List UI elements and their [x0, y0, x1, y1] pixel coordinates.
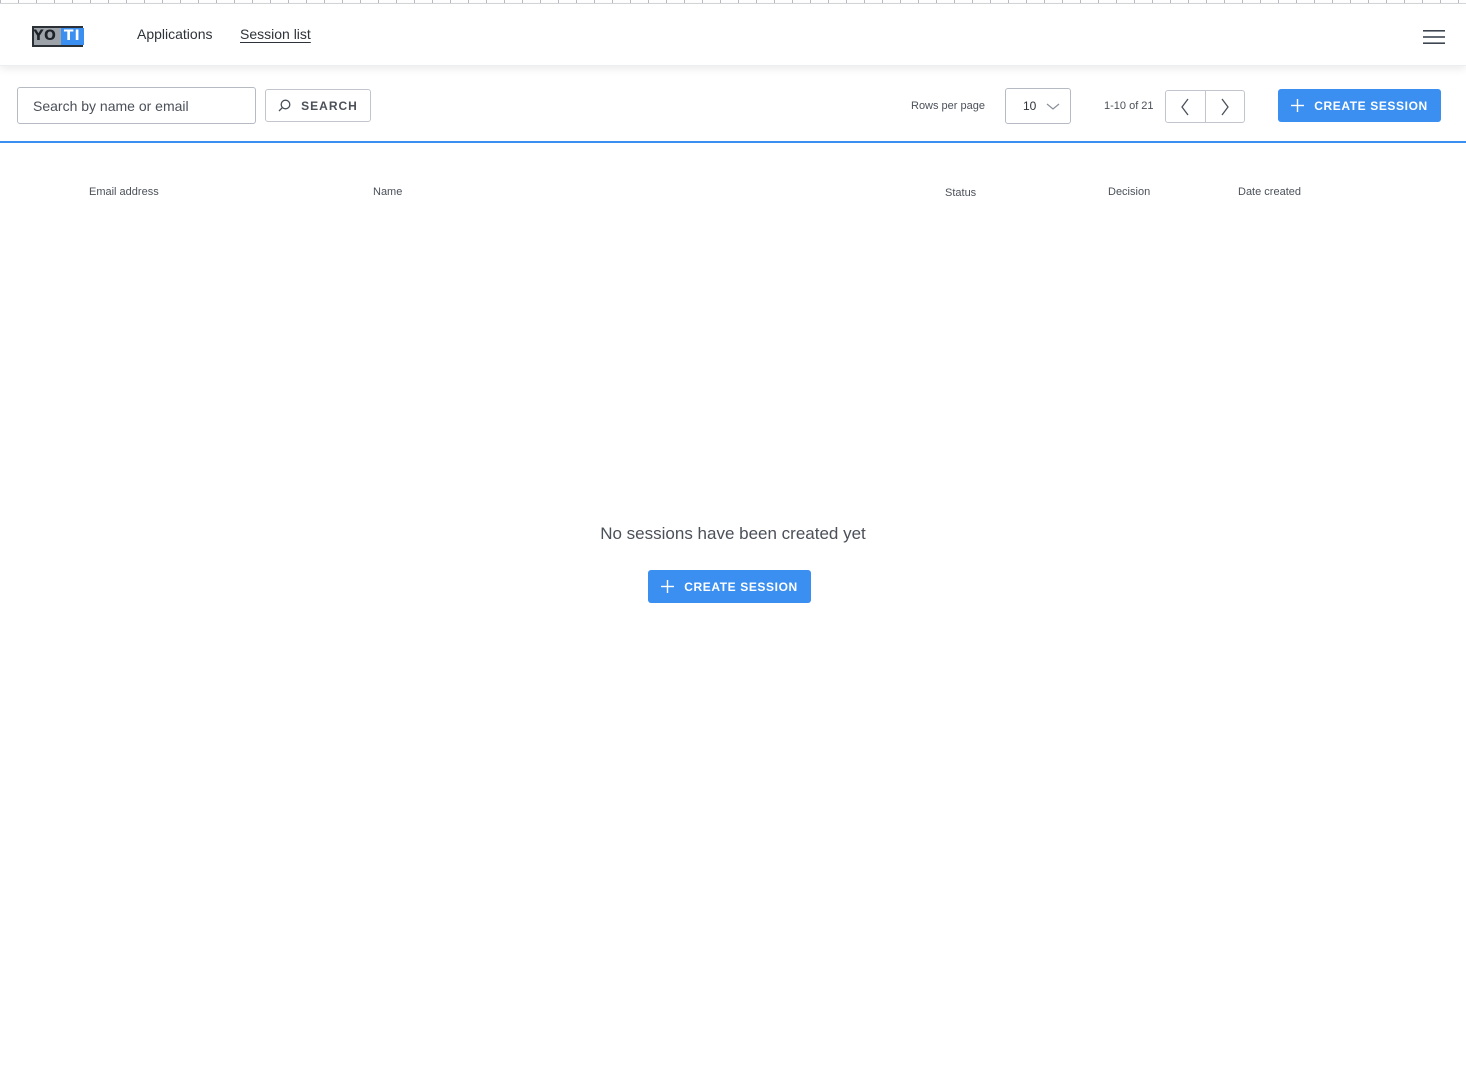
empty-state-message: No sessions have been created yet: [600, 524, 866, 543]
create-session-button-label: CREATE SESSION: [1314, 98, 1428, 113]
session-toolbar: SEARCH Rows per page 10 1-10 of 21 CREAT…: [0, 66, 1466, 143]
plus-icon: [661, 580, 675, 593]
previous-page-button[interactable]: [1166, 91, 1205, 122]
column-header-decision[interactable]: Decision: [1108, 186, 1150, 198]
nav-session-list[interactable]: Session list: [240, 26, 311, 42]
empty-state-create-session-button[interactable]: CREATE SESSION: [648, 570, 811, 603]
column-header-email[interactable]: Email address: [89, 186, 159, 198]
search-button[interactable]: SEARCH: [265, 89, 371, 122]
plus-icon: [1291, 99, 1305, 112]
sessions-table-header: Email address Name Status Decision Date …: [0, 143, 1466, 203]
empty-state-create-session-label: CREATE SESSION: [684, 579, 798, 594]
logo-text-left: YO: [33, 28, 57, 44]
pagination-controls: [1165, 90, 1245, 123]
column-header-date-created[interactable]: Date created: [1238, 186, 1301, 198]
search-button-label: SEARCH: [301, 98, 358, 113]
chevron-left-icon: [1181, 98, 1189, 115]
nav-applications[interactable]: Applications: [137, 26, 213, 42]
rows-per-page-label: Rows per page: [911, 100, 985, 112]
yoti-logo[interactable]: YO TI: [32, 26, 84, 47]
column-header-name[interactable]: Name: [373, 186, 402, 198]
logo-text-right: TI: [60, 28, 84, 45]
hamburger-menu-icon[interactable]: [1423, 29, 1445, 45]
column-header-status[interactable]: Status: [945, 187, 976, 199]
top-navigation-bar: YO TI Applications Session list: [0, 4, 1466, 66]
next-page-button[interactable]: [1204, 91, 1245, 122]
search-input[interactable]: [17, 87, 256, 124]
pagination-range: 1-10 of 21: [1104, 100, 1154, 112]
rows-per-page-value: 10: [1023, 99, 1037, 113]
chevron-down-icon: [1046, 103, 1060, 110]
create-session-button[interactable]: CREATE SESSION: [1278, 89, 1441, 122]
chevron-right-icon: [1221, 98, 1229, 115]
rows-per-page-select[interactable]: 10: [1005, 88, 1071, 124]
search-icon: [278, 99, 291, 112]
